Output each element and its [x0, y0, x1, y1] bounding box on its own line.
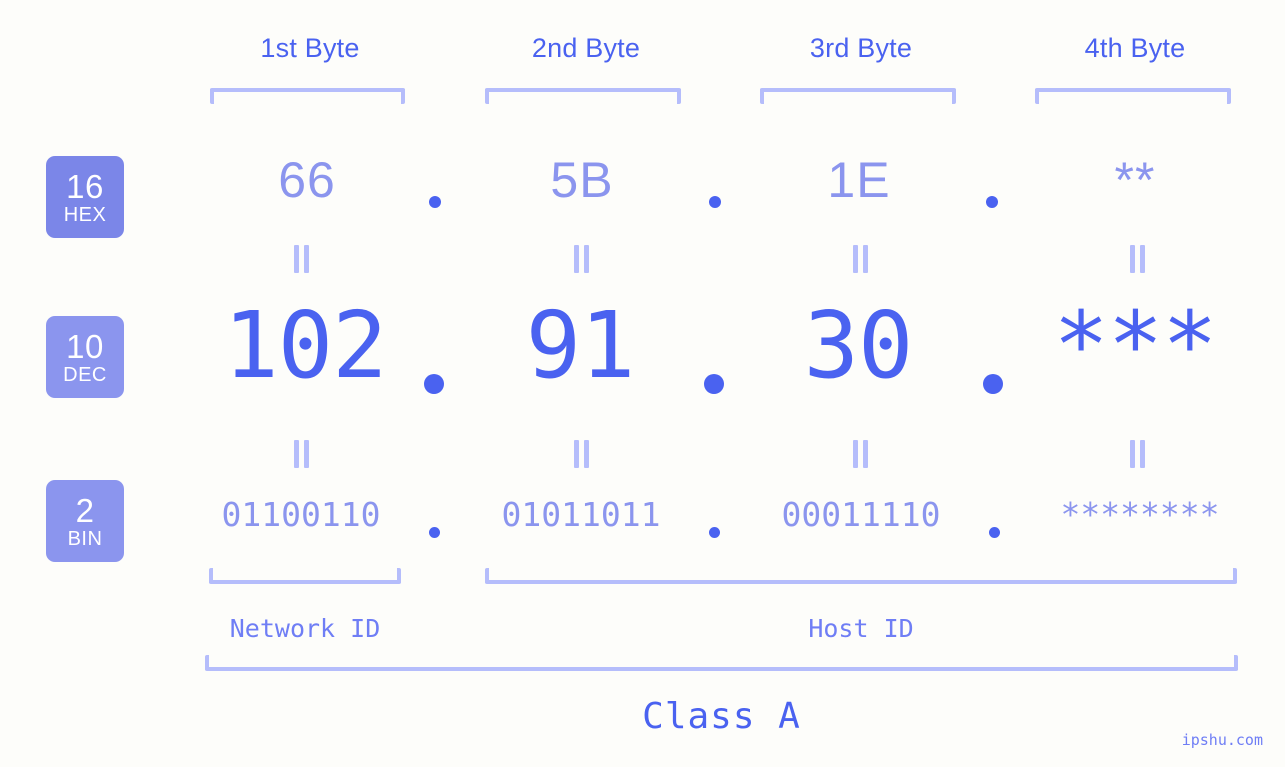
- hex-byte-2: 5B: [550, 152, 614, 208]
- site-watermark: ipshu.com: [1181, 731, 1263, 749]
- equality-mark-hex-dec-2: [571, 245, 591, 273]
- byte-bracket-3: [760, 88, 956, 104]
- equality-mark-hex-dec-4: [1127, 245, 1147, 273]
- bin-byte-2: 01011011: [501, 495, 661, 534]
- dec-byte-2: 91: [525, 292, 636, 399]
- byte-header-4: 4th Byte: [1084, 33, 1186, 63]
- hex-byte-4: **: [1114, 152, 1156, 208]
- hex-separator-2: [709, 196, 721, 208]
- equality-mark-dec-bin-1: [291, 440, 311, 468]
- equality-mark-hex-dec-3: [850, 245, 870, 273]
- bin-separator-1: [429, 527, 440, 538]
- base-badge-dec: 10 DEC: [46, 316, 124, 398]
- hex-byte-3: 1E: [827, 152, 891, 208]
- byte-bracket-4: [1035, 88, 1231, 104]
- bin-separator-2: [709, 527, 720, 538]
- network-id-label: Network ID: [229, 614, 381, 643]
- hex-separator-1: [429, 196, 441, 208]
- dec-separator-1: [424, 374, 444, 394]
- bin-byte-1: 01100110: [221, 495, 381, 534]
- ip-address-breakdown-diagram: 1st Byte 2nd Byte 3rd Byte 4th Byte 16 H…: [0, 0, 1285, 767]
- byte-bracket-1: [210, 88, 405, 104]
- equality-mark-dec-bin-2: [571, 440, 591, 468]
- network-id-bracket: [209, 568, 401, 584]
- base-badge-bin: 2 BIN: [46, 480, 124, 562]
- byte-header-2: 2nd Byte: [531, 33, 641, 63]
- equality-mark-dec-bin-3: [850, 440, 870, 468]
- bin-byte-3: 00011110: [781, 495, 941, 534]
- base-badge-dec-number: 10: [66, 327, 104, 365]
- class-bracket: [205, 655, 1238, 671]
- dec-byte-3: 30: [803, 292, 914, 399]
- byte-header-1: 1st Byte: [260, 33, 360, 63]
- base-badge-dec-label: DEC: [63, 363, 107, 386]
- base-badge-hex: 16 HEX: [46, 156, 124, 238]
- host-id-label: Host ID: [808, 614, 914, 643]
- equality-mark-dec-bin-4: [1127, 440, 1147, 468]
- byte-header-3: 3rd Byte: [809, 33, 913, 63]
- equality-mark-hex-dec-1: [291, 245, 311, 273]
- dec-separator-2: [704, 374, 724, 394]
- class-label: Class A: [642, 696, 801, 737]
- base-badge-bin-label: BIN: [67, 527, 103, 550]
- bin-separator-3: [989, 527, 1000, 538]
- hex-byte-1: 66: [278, 152, 336, 208]
- dec-separator-3: [983, 374, 1003, 394]
- dec-byte-1: 102: [223, 292, 387, 399]
- base-badge-hex-label: HEX: [63, 203, 107, 226]
- bin-byte-4: ********: [1060, 495, 1220, 534]
- byte-bracket-2: [485, 88, 681, 104]
- base-badge-hex-number: 16: [66, 167, 104, 205]
- hex-separator-3: [986, 196, 998, 208]
- base-badge-bin-number: 2: [75, 491, 95, 529]
- host-id-bracket: [485, 568, 1237, 584]
- dec-byte-4: ***: [1053, 292, 1217, 399]
